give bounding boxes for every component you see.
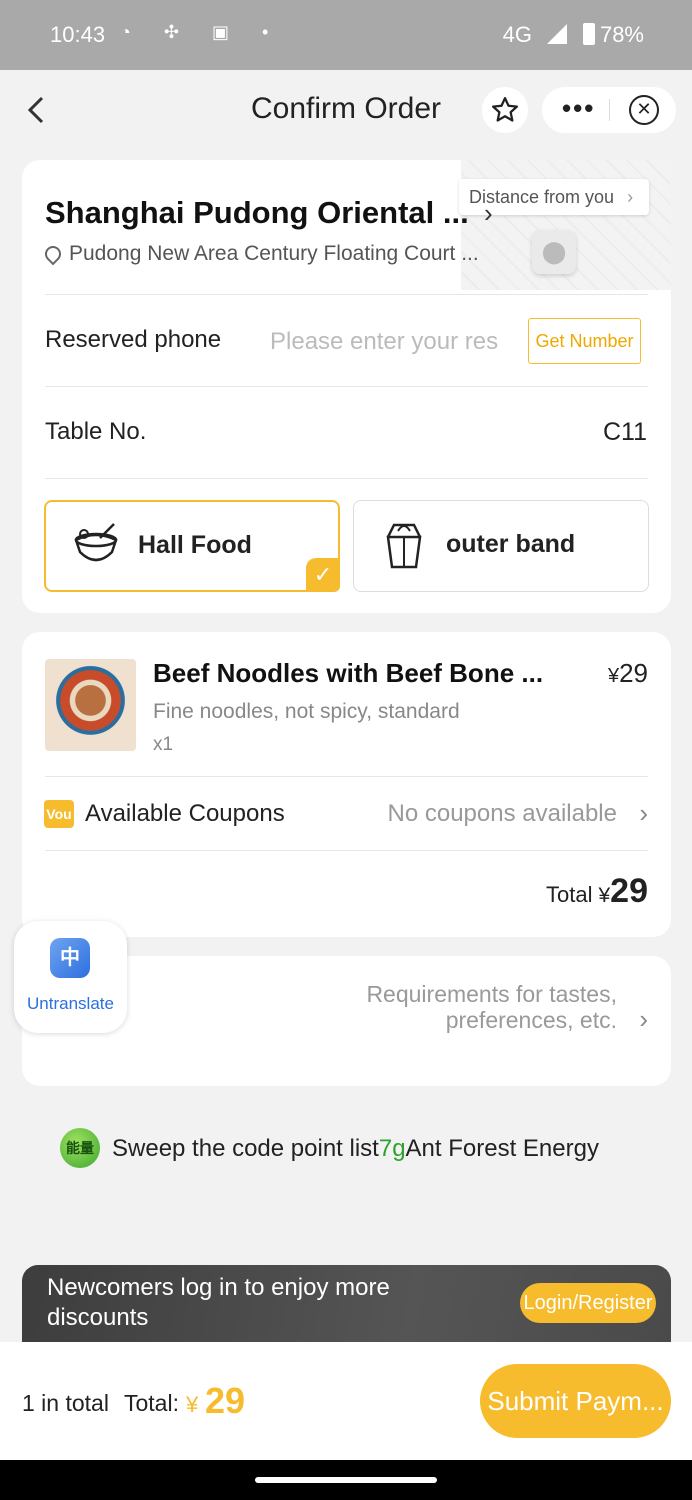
energy-text-before: Sweep the code point list: [112, 1135, 379, 1162]
bottom-checkout-bar: 1 in total Total: ¥ 29 Submit Paym...: [0, 1342, 692, 1460]
home-indicator[interactable]: [255, 1477, 437, 1483]
login-promo-banner: Newcomers log in to enjoy more discounts…: [22, 1265, 671, 1343]
store-card: Distance from you › ⬤ Shanghai Pudong Or…: [22, 160, 671, 613]
takeout-box-icon: [386, 523, 422, 569]
divider: [45, 294, 648, 295]
more-icon[interactable]: •••: [562, 93, 595, 124]
currency-symbol: ¥: [607, 665, 620, 687]
untranslate-button[interactable]: 中 Untranslate: [14, 921, 127, 1033]
battery-icon: [583, 23, 595, 45]
mini-program-capsule: ••• ✕: [542, 87, 676, 133]
food-price: ¥29: [608, 658, 648, 689]
address-text: Pudong New Area Century Floating Court .…: [69, 242, 479, 265]
bottom-total-amount: 29: [205, 1380, 246, 1421]
reserved-phone-label: Reserved phone: [45, 326, 222, 353]
store-name[interactable]: Shanghai Pudong Oriental ...: [45, 195, 469, 231]
promo-text: Newcomers log in to enjoy more discounts: [47, 1274, 390, 1331]
order-total: Total ¥29: [546, 872, 648, 911]
dining-option-label: outer band: [446, 530, 576, 558]
coconut-drink-icon: [74, 523, 118, 562]
coupons-label[interactable]: Available Coupons: [85, 800, 285, 828]
chevron-right-icon[interactable]: ›: [639, 798, 648, 829]
dining-option-hall-food[interactable]: Hall Food ✓: [44, 500, 340, 592]
food-price-value: 29: [619, 658, 648, 688]
dining-option-outer-band[interactable]: outer band: [353, 500, 649, 592]
total-label: Total: [546, 882, 593, 907]
divider: [45, 850, 648, 851]
dining-option-label: Hall Food: [138, 531, 252, 559]
reserved-phone-input[interactable]: [270, 322, 508, 362]
food-image: [45, 659, 136, 751]
store-address: Pudong New Area Century Floating Court .…: [41, 242, 479, 266]
divider: [45, 386, 648, 387]
star-icon[interactable]: [482, 87, 528, 133]
divider: [45, 478, 648, 479]
capsule-divider: [609, 99, 610, 121]
table-no-label: Table No.: [45, 418, 147, 445]
close-circle-icon[interactable]: ✕: [629, 95, 659, 125]
currency-symbol: ¥: [186, 1392, 199, 1417]
item-count: 1 in total: [22, 1390, 109, 1416]
get-number-button[interactable]: Get Number: [528, 318, 641, 364]
divider: [45, 776, 648, 777]
nav-bar: Confirm Order ••• ✕: [0, 70, 692, 150]
chevron-right-icon: ›: [627, 187, 634, 207]
energy-text: Sweep the code point list7gAnt Forest En…: [112, 1135, 599, 1163]
network-type: 4G: [502, 22, 532, 47]
submit-payment-button[interactable]: Submit Paym...: [480, 1364, 671, 1438]
notification-icons: ◔ ✣ ▣ •: [120, 22, 283, 42]
check-icon: ✓: [306, 558, 340, 592]
status-time: 10:43: [50, 22, 106, 47]
location-icon: [41, 242, 65, 266]
signal-icon: [547, 24, 567, 44]
energy-amount: 7g: [378, 1135, 406, 1162]
order-card: Beef Noodles with Beef Bone ... ¥29 Fine…: [22, 632, 671, 937]
table-no-value: C11: [602, 418, 647, 446]
currency-symbol: ¥: [598, 884, 611, 907]
chevron-right-icon[interactable]: ›: [484, 198, 493, 229]
location-pin-icon: ⬤: [532, 230, 576, 274]
food-quantity: x1: [153, 734, 174, 755]
login-register-button[interactable]: Login/Register: [520, 1283, 656, 1323]
status-bar: 10:43 ◔ ✣ ▣ • 4G 78%: [0, 0, 692, 70]
coupon-icon: Vou: [44, 800, 74, 828]
chevron-right-icon[interactable]: ›: [639, 1004, 648, 1035]
remarks-hint: Requirements for tastes, preferences, et…: [366, 981, 617, 1033]
food-name: Beef Noodles with Beef Bone ...: [153, 658, 544, 688]
system-gesture-bar: [0, 1460, 692, 1500]
food-spec: Fine noodles, not spicy, standard: [153, 700, 460, 723]
translate-icon: 中: [50, 938, 90, 978]
energy-text-after: Ant Forest Energy: [405, 1135, 599, 1162]
total-amount: 29: [610, 872, 648, 910]
bottom-total-label: Total:: [124, 1390, 179, 1416]
untranslate-label: Untranslate: [27, 994, 114, 1013]
coupons-value[interactable]: No coupons available: [388, 800, 618, 828]
energy-badge-icon: 能量: [60, 1128, 100, 1168]
battery-percent: 78%: [599, 22, 644, 47]
